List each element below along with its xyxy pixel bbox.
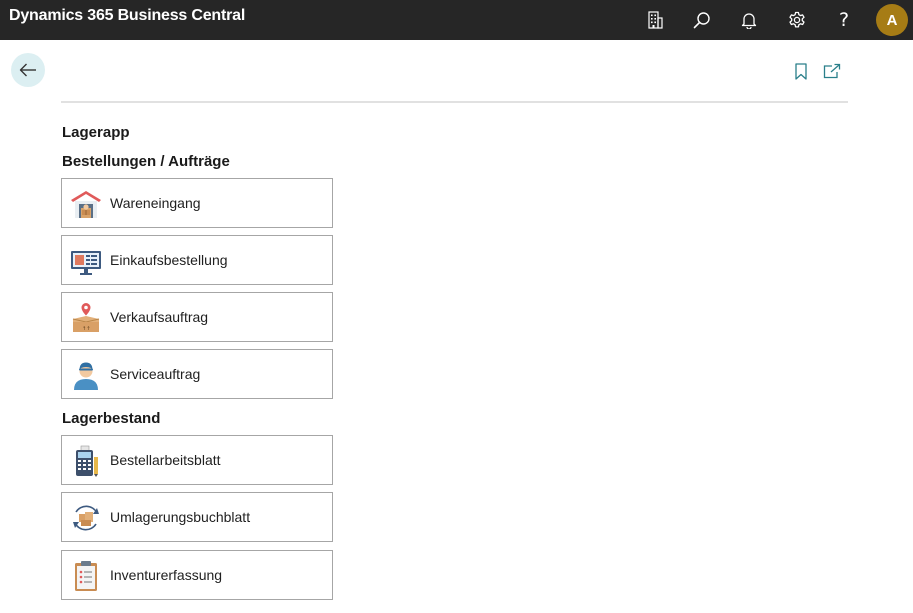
help-icon[interactable]: ?	[830, 6, 858, 34]
help-glyph: ?	[838, 9, 850, 31]
warehouse-receipt-icon	[70, 188, 102, 220]
top-bar: Dynamics 365 Business Central ? A	[0, 0, 913, 40]
header-divider	[61, 101, 848, 103]
tile-bestellarbeitsblatt[interactable]: Bestellarbeitsblatt	[61, 435, 333, 485]
tile-label: Bestellarbeitsblatt	[110, 452, 221, 468]
back-button[interactable]	[11, 53, 45, 87]
page-title: Lagerapp	[62, 124, 130, 141]
tile-serviceauftrag[interactable]: Serviceauftrag	[61, 349, 333, 399]
building-icon[interactable]	[641, 6, 669, 34]
tile-umlagerungsbuchblatt[interactable]: Umlagerungsbuchblatt	[61, 492, 333, 542]
physical-inventory-icon	[70, 560, 102, 592]
tile-einkaufsbestellung[interactable]: Einkaufsbestellung	[61, 235, 333, 285]
tile-label: Inventurerfassung	[110, 567, 223, 583]
service-order-icon	[70, 359, 102, 391]
avatar-initial: A	[886, 11, 898, 29]
sales-order-icon: ↑↑	[70, 302, 102, 334]
svg-text:↑↑: ↑↑	[82, 326, 90, 332]
bell-icon[interactable]	[735, 6, 763, 34]
tile-label: Wareneingang	[110, 195, 201, 211]
requisition-worksheet-icon	[70, 445, 102, 477]
search-icon[interactable]	[688, 6, 716, 34]
tile-verkaufsauftrag[interactable]: ↑↑ Verkaufsauftrag	[61, 292, 333, 342]
gear-icon[interactable]	[783, 6, 811, 34]
tile-label: Verkaufsauftrag	[110, 309, 209, 325]
arrow-left-icon	[19, 63, 36, 77]
avatar[interactable]: A	[876, 4, 908, 36]
tile-inventurerfassung[interactable]: Inventurerfassung	[61, 550, 333, 600]
tile-wareneingang[interactable]: Wareneingang	[61, 178, 333, 228]
app-title[interactable]: Dynamics 365 Business Central	[9, 7, 245, 25]
group-title-inventory: Lagerbestand	[62, 410, 161, 427]
tile-label: Serviceauftrag	[110, 366, 201, 382]
purchase-order-icon	[70, 245, 102, 277]
reclassification-journal-icon	[70, 502, 102, 534]
group-title-orders: Bestellungen / Aufträge	[62, 153, 230, 170]
tile-label: Einkaufsbestellung	[110, 252, 228, 268]
open-new-window-icon[interactable]	[822, 61, 842, 81]
bookmark-icon[interactable]	[791, 61, 811, 81]
tile-label: Umlagerungsbuchblatt	[110, 509, 251, 525]
